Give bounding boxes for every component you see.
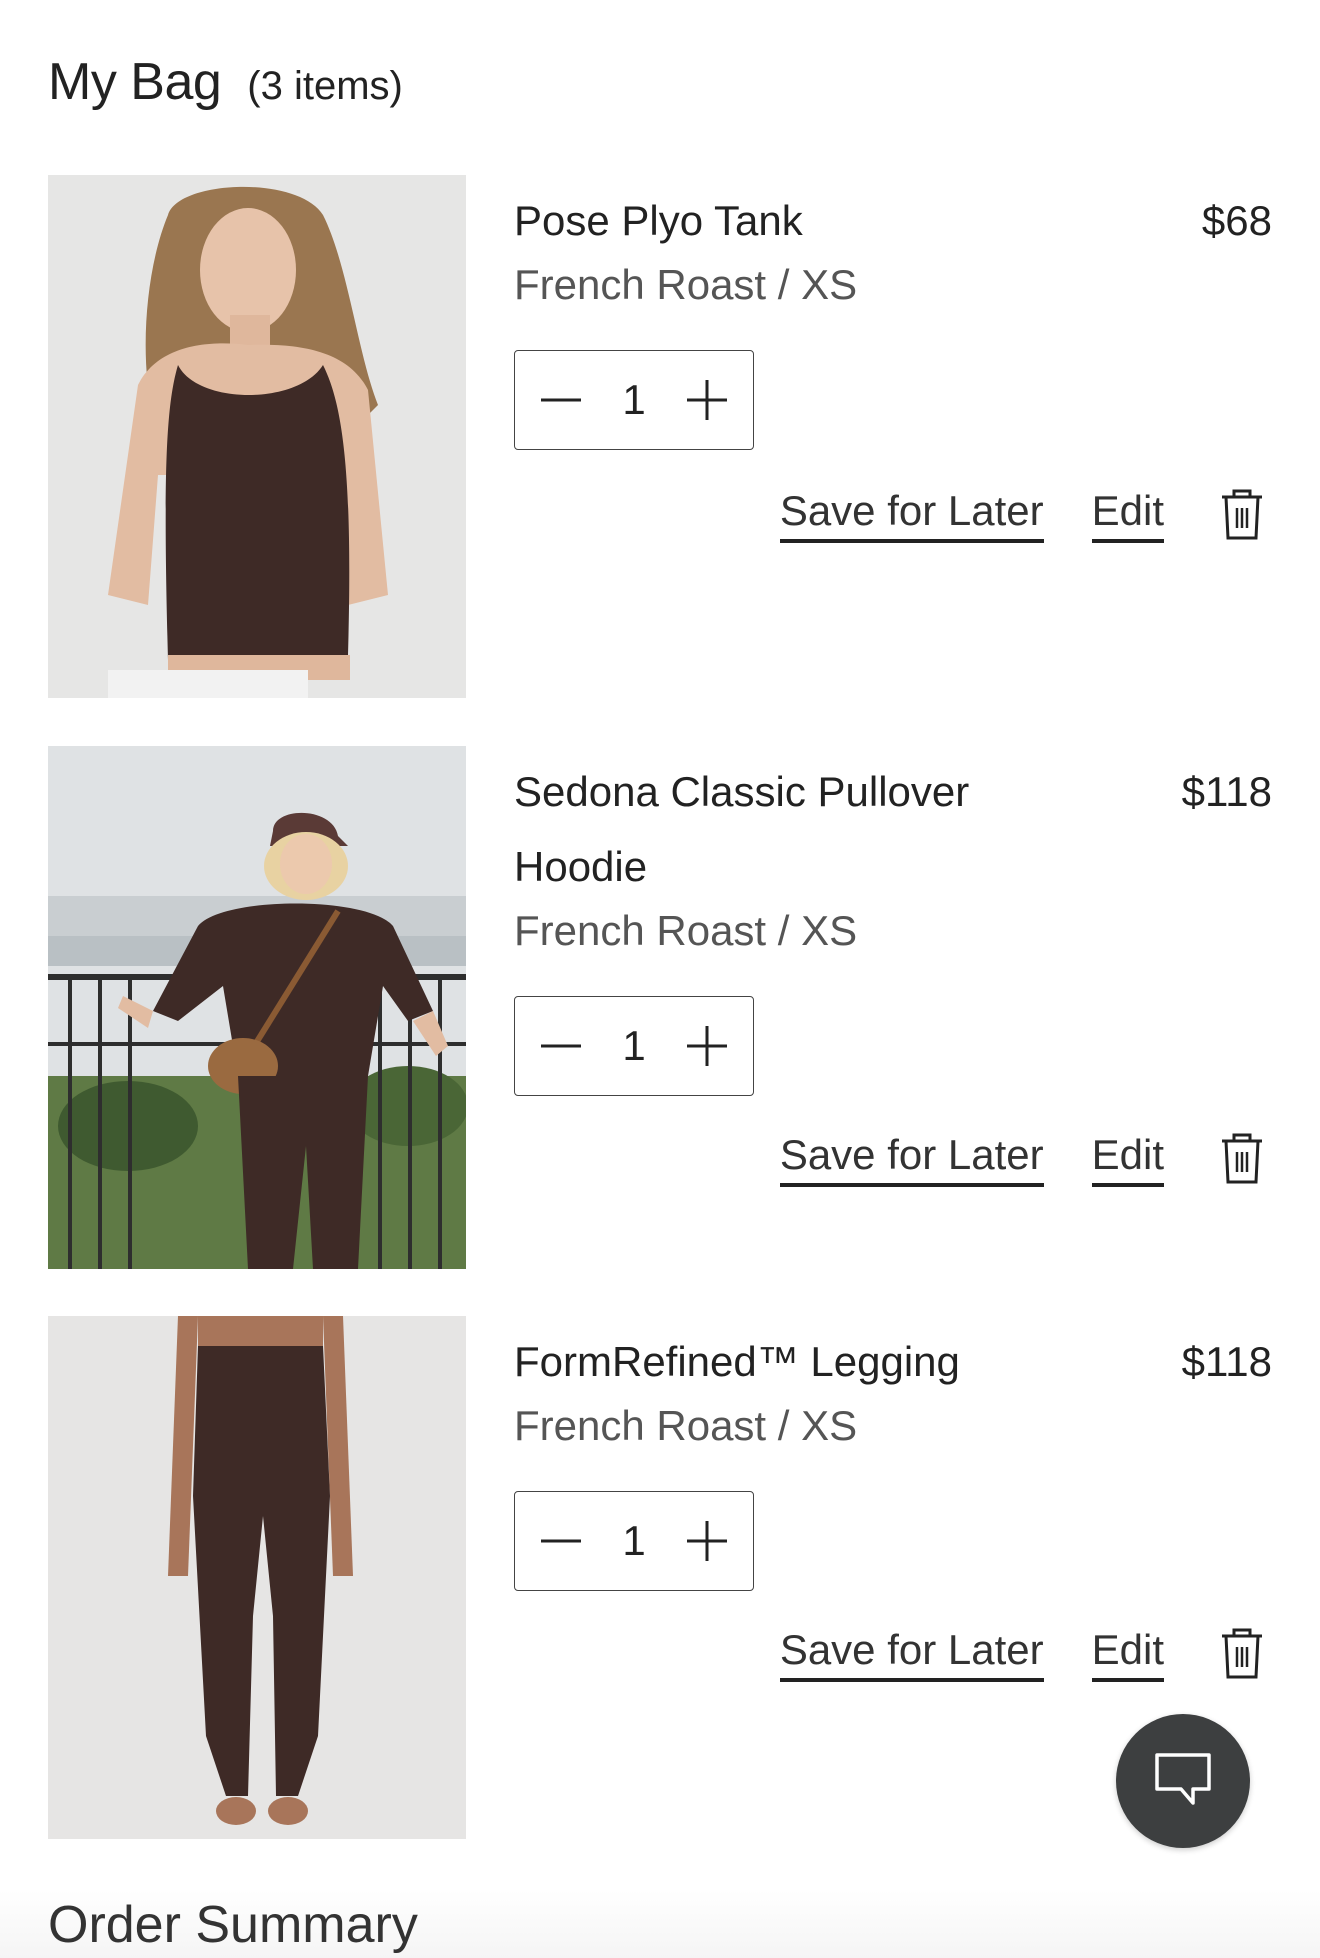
plus-icon[interactable] xyxy=(685,1519,729,1563)
minus-icon[interactable] xyxy=(539,1024,583,1068)
product-image[interactable] xyxy=(48,1316,466,1839)
minus-icon[interactable] xyxy=(539,1519,583,1563)
product-price: $118 xyxy=(1181,768,1272,815)
order-summary-heading: Order Summary xyxy=(48,1896,418,1954)
trash-icon[interactable] xyxy=(1220,488,1264,542)
edit-button[interactable]: Edit xyxy=(1091,1626,1164,1682)
product-price: $68 xyxy=(1201,197,1272,244)
item-count: (3 items) xyxy=(247,64,403,108)
plus-icon[interactable] xyxy=(685,1024,729,1068)
quantity-stepper: 1 xyxy=(514,1491,754,1591)
cart-item: Sedona Classic Pullover Hoodie $118 Fren… xyxy=(48,746,1272,1269)
edit-button[interactable]: Edit xyxy=(1091,1131,1164,1187)
item-details: Pose Plyo Tank $68 French Roast / XS 1 S… xyxy=(514,175,1272,698)
save-for-later-button[interactable]: Save for Later xyxy=(779,1131,1044,1187)
save-for-later-button[interactable]: Save for Later xyxy=(779,487,1044,543)
product-variant: French Roast / XS xyxy=(514,907,858,954)
save-for-later-button[interactable]: Save for Later xyxy=(779,1626,1044,1682)
product-variant: French Roast / XS xyxy=(514,261,858,308)
product-name[interactable]: FormRefined™ Legging xyxy=(514,1324,1074,1399)
product-name[interactable]: Sedona Classic Pullover Hoodie xyxy=(514,754,1074,904)
product-photo-legging xyxy=(48,1316,466,1839)
chat-bubble-icon xyxy=(1153,1751,1213,1812)
quantity-value: 1 xyxy=(622,376,646,423)
item-actions: Save for Later Edit xyxy=(779,487,1264,543)
bag-header: My Bag (3 items) xyxy=(48,52,403,112)
quantity-stepper: 1 xyxy=(514,350,754,450)
minus-icon[interactable] xyxy=(539,378,583,422)
bag-page: My Bag (3 items) Pose Plyo Tank $68 Fren… xyxy=(0,0,1320,1958)
trash-icon[interactable] xyxy=(1220,1627,1264,1681)
item-actions: Save for Later Edit xyxy=(779,1131,1264,1187)
product-price: $118 xyxy=(1181,1338,1272,1385)
quantity-stepper: 1 xyxy=(514,996,754,1096)
quantity-value: 1 xyxy=(622,1517,646,1564)
product-image[interactable] xyxy=(48,746,466,1269)
cart-item: FormRefined™ Legging $118 French Roast /… xyxy=(48,1316,1272,1839)
product-photo-hoodie xyxy=(48,746,466,1269)
product-variant: French Roast / XS xyxy=(514,1402,858,1449)
trash-icon[interactable] xyxy=(1220,1132,1264,1186)
product-image[interactable] xyxy=(48,175,466,698)
cart-item: Pose Plyo Tank $68 French Roast / XS 1 S… xyxy=(48,175,1272,698)
item-actions: Save for Later Edit xyxy=(779,1626,1264,1682)
product-photo-tank xyxy=(48,175,466,698)
edit-button[interactable]: Edit xyxy=(1091,487,1164,543)
plus-icon[interactable] xyxy=(685,378,729,422)
page-title: My Bag xyxy=(48,53,222,111)
quantity-value: 1 xyxy=(622,1022,646,1069)
chat-button[interactable] xyxy=(1116,1714,1250,1848)
item-details: Sedona Classic Pullover Hoodie $118 Fren… xyxy=(514,746,1272,1269)
product-name[interactable]: Pose Plyo Tank xyxy=(514,183,1074,258)
